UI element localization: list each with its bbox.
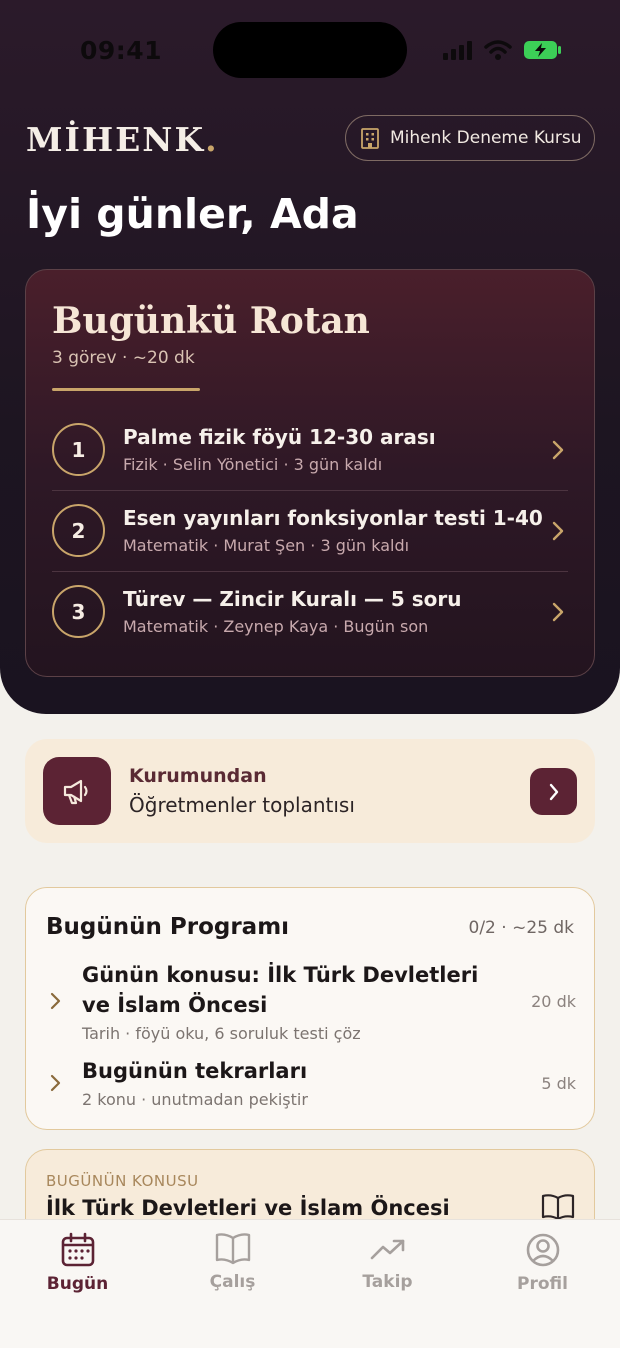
program-stats: 0/2 · ~25 dk [468, 918, 575, 938]
tab-bugun[interactable]: Bugün [0, 1220, 155, 1310]
route-title: Bugünkü Rotan [52, 300, 370, 342]
task-title: Esen yayınları fonksiyonlar testi 1-40 [123, 506, 543, 530]
route-card: Bugünkü Rotan 3 görev · ~20 dk 1 Palme f… [25, 269, 595, 677]
greeting: İyi günler, Ada [26, 190, 359, 238]
task-meta: Matematik · Zeynep Kaya · Bugün son [123, 617, 429, 636]
program-item-duration: 20 dk [531, 992, 576, 1011]
megaphone-icon-box [43, 757, 111, 825]
program-item-meta: Tarih · föyü oku, 6 soruluk testi çöz [82, 1024, 361, 1043]
announcement-text: Öğretmenler toplantısı [129, 793, 355, 817]
trend-icon [370, 1239, 404, 1260]
chevron-right-icon [50, 1074, 61, 1092]
task-meta: Fizik · Selin Yönetici · 3 gün kaldı [123, 455, 383, 474]
wifi-icon [484, 40, 512, 60]
announcement-label: Kurumundan [129, 765, 267, 787]
signal-icon [443, 41, 472, 60]
chevron-right-icon [552, 602, 564, 621]
task-title: Türev — Zincir Kuralı — 5 soru [123, 587, 462, 611]
brand-dot: . [205, 120, 219, 159]
announcement-open-button[interactable] [530, 768, 577, 815]
tab-label: Çalış [209, 1272, 256, 1292]
chevron-right-icon [552, 440, 564, 459]
brand-logo: MİHENK. [26, 120, 219, 159]
topic-title: İlk Türk Devletleri ve İslam Öncesi [46, 1196, 450, 1220]
institution-label: Mihenk Deneme Kursu [390, 128, 582, 148]
tab-calis[interactable]: Çalış [155, 1220, 310, 1310]
tab-profil[interactable]: Profil [465, 1220, 620, 1310]
task-number: 3 [52, 585, 105, 638]
task-meta: Matematik · Murat Şen · 3 gün kaldı [123, 536, 410, 555]
program-card: Bugünün Programı 0/2 · ~25 dk Günün konu… [25, 887, 595, 1130]
task-item[interactable]: 2 Esen yayınları fonksiyonlar testi 1-40… [52, 490, 568, 571]
task-number: 2 [52, 504, 105, 557]
building-icon [361, 128, 379, 149]
route-subtitle: 3 görev · ~20 dk [52, 348, 195, 368]
open-book-icon [541, 1194, 575, 1221]
calendar-icon [61, 1232, 94, 1267]
topic-label: BUGÜNÜN KONUSU [46, 1172, 199, 1190]
program-title: Bugünün Programı [46, 914, 290, 940]
program-item-meta: 2 konu · unutmadan pekiştir [82, 1090, 308, 1109]
battery-icon [524, 41, 561, 59]
task-number: 1 [52, 423, 105, 476]
chevron-right-icon [549, 783, 558, 800]
tab-label: Bugün [46, 1274, 109, 1294]
profile-icon [526, 1233, 559, 1267]
status-bar: 09:41 [0, 0, 620, 100]
task-item[interactable]: 1 Palme fizik föyü 12-30 arası Fizik · S… [52, 409, 568, 490]
chevron-right-icon [552, 521, 564, 540]
task-item[interactable]: 3 Türev — Zincir Kuralı — 5 soru Matemat… [52, 571, 568, 652]
program-item-title: Günün konusu: İlk Türk Devletleri ve İsl… [82, 963, 479, 1017]
megaphone-icon [63, 779, 88, 805]
program-item-duration: 5 dk [541, 1074, 576, 1093]
program-item-title: Bugünün tekrarları [82, 1059, 308, 1083]
bottom-tab-bar: Bugün Çalış Takip Profil [0, 1219, 620, 1348]
tab-label: Profil [517, 1274, 568, 1294]
status-time: 09:41 [80, 36, 163, 65]
task-title: Palme fizik föyü 12-30 arası [123, 425, 436, 449]
tab-takip[interactable]: Takip [310, 1220, 465, 1310]
institution-button[interactable]: Mihenk Deneme Kursu [345, 115, 595, 161]
brand-name: MİHENK [26, 120, 206, 159]
announcement-card[interactable]: Kurumundan Öğretmenler toplantısı [25, 739, 595, 843]
program-item[interactable]: Bugünün tekrarları 2 konu · unutmadan pe… [46, 1056, 576, 1109]
route-divider [52, 388, 200, 391]
program-item[interactable]: Günün konusu: İlk Türk Devletleri ve İsl… [46, 960, 576, 1043]
book-icon [215, 1233, 250, 1265]
chevron-right-icon [50, 992, 61, 1010]
dynamic-island [213, 22, 407, 78]
hero-header: 09:41 MİHENK. Mihenk Deneme Kursu İyi gü… [0, 0, 620, 714]
tab-label: Takip [362, 1272, 413, 1292]
